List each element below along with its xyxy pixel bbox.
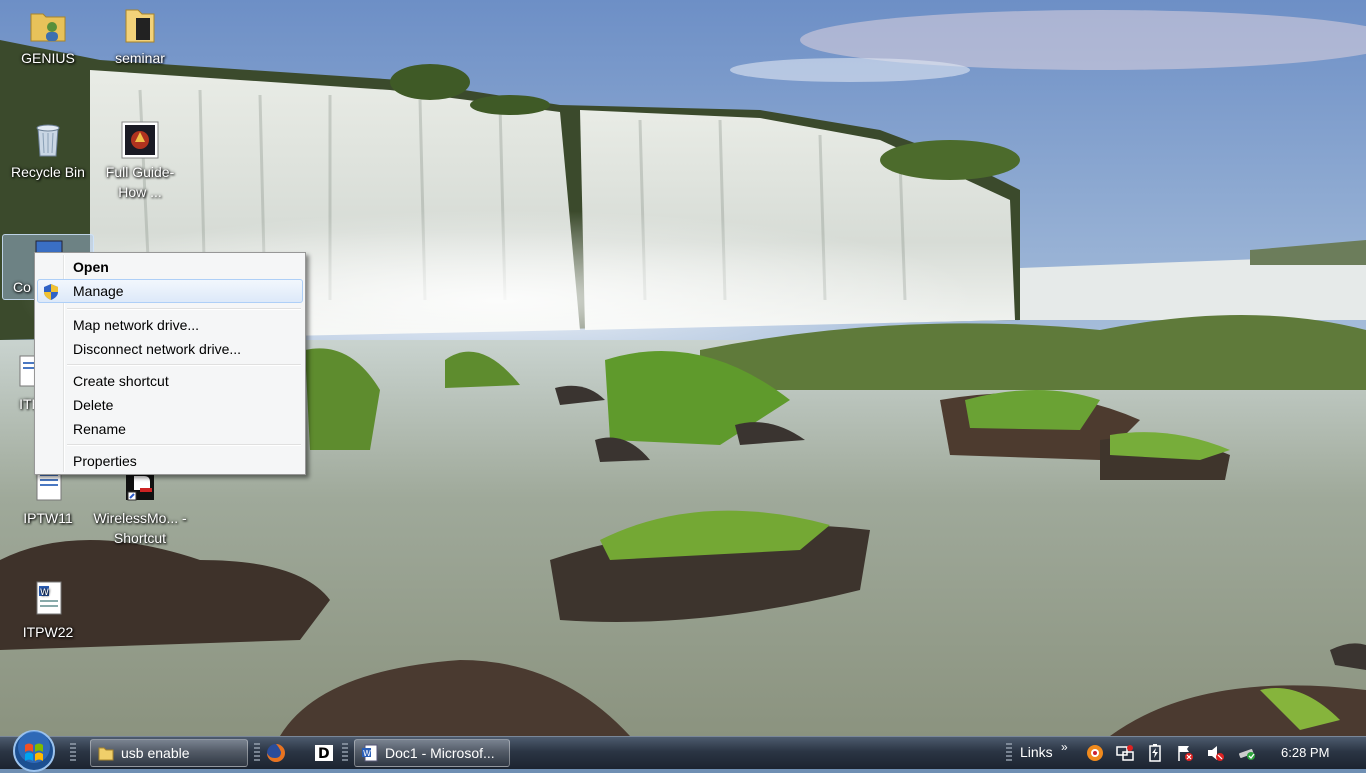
taskbar-grip[interactable]: [254, 743, 260, 763]
menu-item-label: Rename: [73, 421, 126, 437]
taskbar-button-label: usb enable: [121, 745, 190, 761]
firefox-icon[interactable]: [266, 743, 286, 763]
desktop-icon-label: WirelessMo... - Shortcut: [93, 510, 187, 546]
video-thumbnail-icon: [121, 121, 159, 159]
desktop-icon-label: IPTW11: [23, 510, 73, 526]
menu-item-properties[interactable]: Properties: [37, 449, 303, 473]
folder-icon: [98, 747, 114, 761]
menu-separator: [67, 364, 301, 366]
taskbar: usb enable D W Doc1 - Microsof... Links …: [0, 730, 1366, 772]
desktop-icon-label: Full Guide-How ...: [105, 164, 175, 200]
word-document-icon: W: [36, 581, 62, 615]
menu-item-label: Manage: [73, 283, 124, 299]
menu-separator: [67, 444, 301, 446]
menu-item-map-network-drive[interactable]: Map network drive...: [37, 313, 303, 337]
svg-text:W: W: [40, 588, 49, 598]
menu-item-open[interactable]: Open: [37, 255, 303, 279]
menu-item-disconnect-network-drive[interactable]: Disconnect network drive...: [37, 337, 303, 361]
recycle-bin-icon: [36, 124, 60, 157]
safely-remove-icon[interactable]: [1238, 744, 1256, 762]
desktop-icon-wirelessmo-shortcut[interactable]: WirelessMo... - Shortcut: [92, 466, 188, 548]
desktop-icon-label: ITPW22: [22, 624, 74, 640]
desktop-icon-label: GENIUS: [21, 50, 75, 66]
taskbar-grip[interactable]: [1006, 743, 1012, 763]
desktop-icon-label: seminar: [115, 50, 165, 66]
taskbar-clock[interactable]: 6:28 PM: [1281, 745, 1329, 760]
links-chevron-icon[interactable]: »: [1061, 740, 1068, 754]
menu-item-label: Properties: [73, 453, 137, 469]
network-icon[interactable]: [1116, 744, 1134, 762]
taskbar-grip[interactable]: [70, 743, 76, 763]
uac-shield-icon: [44, 284, 58, 300]
desktop-icon-full-guide[interactable]: Full Guide-How ...: [92, 120, 188, 202]
orange-app-icon[interactable]: [1086, 744, 1104, 762]
menu-item-label: Create shortcut: [73, 373, 169, 389]
svg-text:W: W: [363, 749, 371, 758]
taskbar-grip[interactable]: [342, 743, 348, 763]
menu-item-rename[interactable]: Rename: [37, 417, 303, 441]
volume-muted-icon[interactable]: [1206, 744, 1224, 762]
desktop-icon-label: Recycle Bin: [11, 164, 85, 180]
taskbar-button-usb-enable[interactable]: usb enable: [90, 739, 248, 767]
battery-icon[interactable]: [1146, 744, 1164, 762]
menu-item-label: Open: [73, 259, 109, 275]
links-toolbar-label[interactable]: Links: [1020, 744, 1053, 760]
desktop-icon-recycle-bin[interactable]: Recycle Bin: [0, 120, 96, 182]
desktop-icon-iptw11[interactable]: IPTW11: [0, 466, 96, 528]
taskbar-button-doc1-word[interactable]: W Doc1 - Microsof...: [354, 739, 510, 767]
menu-item-label: Map network drive...: [73, 317, 200, 333]
menu-item-delete[interactable]: Delete: [37, 393, 303, 417]
menu-item-label: Disconnect network drive...: [73, 341, 242, 357]
taskbar-button-label: Doc1 - Microsof...: [385, 745, 495, 761]
desktop-icon-seminar[interactable]: seminar: [92, 6, 188, 68]
windows-start-orb-icon[interactable]: [12, 729, 56, 773]
context-menu: Open Manage Map network drive... Disconn…: [34, 252, 306, 475]
d-app-icon[interactable]: D: [314, 743, 334, 763]
svg-text:D: D: [318, 746, 330, 762]
menu-item-label: Delete: [73, 397, 114, 413]
menu-item-manage[interactable]: Manage: [37, 279, 303, 303]
word-icon: W: [362, 744, 378, 762]
folder-user-icon: [30, 13, 66, 42]
folder-icon: [125, 9, 155, 43]
desktop-icon-genius[interactable]: GENIUS: [0, 6, 96, 68]
flag-alert-icon[interactable]: [1176, 744, 1194, 762]
menu-separator: [67, 308, 301, 310]
desktop-icon-itpw22[interactable]: W ITPW22: [0, 580, 96, 642]
menu-item-create-shortcut[interactable]: Create shortcut: [37, 369, 303, 393]
